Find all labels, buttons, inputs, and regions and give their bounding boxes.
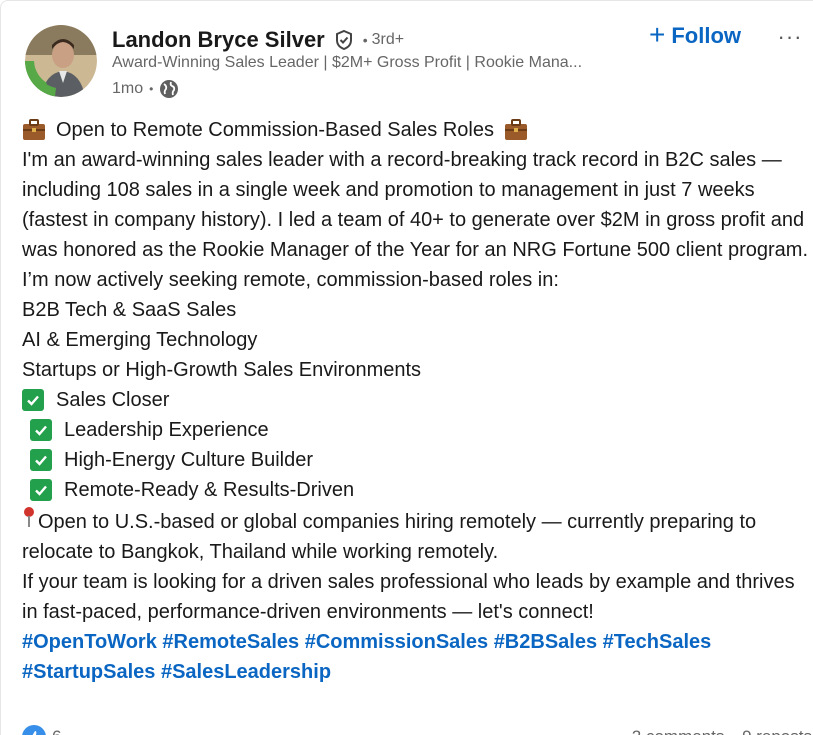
- post-title: Open to Remote Commission-Based Sales Ro…: [56, 119, 494, 141]
- hashtag-link[interactable]: #SalesLeadership: [161, 661, 331, 683]
- separator-dot: ·: [730, 727, 736, 735]
- role-item: Startups or High-Growth Sales Environmen…: [22, 359, 422, 381]
- hashtag-link[interactable]: #CommissionSales: [305, 631, 488, 653]
- check-mark-icon: [30, 449, 52, 471]
- hashtag-list: #OpenToWork #RemoteSales #CommissionSale…: [22, 627, 812, 687]
- role-item: AI & Emerging Technology: [22, 329, 258, 351]
- post-seeking: I’m now actively seeking remote, commiss…: [22, 269, 559, 291]
- check-item: High-Energy Culture Builder: [22, 445, 812, 475]
- follow-button[interactable]: + Follow: [645, 19, 745, 53]
- role-item: B2B Tech & SaaS Sales: [22, 299, 237, 321]
- hashtag-link[interactable]: #TechSales: [603, 631, 712, 653]
- briefcase-icon: [22, 119, 46, 141]
- social-counts: 6 2 comments · 9 reposts: [22, 722, 812, 735]
- check-mark-icon: [30, 419, 52, 441]
- plus-icon: +: [649, 19, 666, 50]
- post-meta: 1mo •: [112, 78, 179, 100]
- check-item: Sales Closer: [22, 385, 812, 415]
- hashtag-link[interactable]: #StartupSales: [22, 661, 155, 683]
- separator-dot: •: [362, 32, 368, 48]
- verified-shield-icon: [333, 29, 355, 51]
- post-closing: If your team is looking for a driven sal…: [22, 571, 795, 623]
- briefcase-icon: [504, 119, 528, 141]
- reactions[interactable]: 6: [22, 725, 61, 735]
- reaction-count: 6: [52, 727, 61, 735]
- check-item-label: Sales Closer: [56, 389, 170, 411]
- reposts-count[interactable]: 9 reposts: [742, 727, 812, 735]
- post-card: Landon Bryce Silver • 3rd+ Award-Winning…: [0, 0, 813, 735]
- connection-degree: 3rd+: [371, 31, 405, 48]
- post-time[interactable]: 1mo: [112, 80, 143, 98]
- hashtag-link[interactable]: #RemoteSales: [162, 631, 299, 653]
- separator-dot: •: [149, 82, 154, 96]
- post-location: Open to U.S.-based or global companies h…: [22, 505, 812, 567]
- check-item: Leadership Experience: [22, 415, 812, 445]
- check-item-label: Leadership Experience: [64, 419, 269, 441]
- comments-count[interactable]: 2 comments: [632, 727, 725, 735]
- avatar[interactable]: [25, 25, 97, 97]
- follow-label: Follow: [671, 23, 742, 48]
- pushpin-icon: [22, 505, 36, 529]
- like-reaction-icon: [22, 725, 46, 735]
- check-mark-icon: [22, 389, 44, 411]
- hashtag-link[interactable]: #OpenToWork: [22, 631, 157, 653]
- check-item-label: Remote-Ready & Results-Driven: [64, 479, 355, 501]
- post-title-line: Open to Remote Commission-Based Sales Ro…: [22, 115, 812, 145]
- check-item-label: High-Energy Culture Builder: [64, 449, 314, 471]
- post-text: Open to Remote Commission-Based Sales Ro…: [22, 115, 812, 687]
- author-headline[interactable]: Award-Winning Sales Leader | $2M+ Gross …: [112, 54, 642, 72]
- author-name[interactable]: Landon Bryce Silver: [112, 27, 325, 53]
- engagement-stats: 2 comments · 9 reposts: [632, 727, 812, 735]
- globe-icon: [159, 79, 179, 99]
- author-row: Landon Bryce Silver • 3rd+: [112, 25, 404, 55]
- location-text: Open to U.S.-based or global companies h…: [22, 511, 757, 563]
- check-item: Remote-Ready & Results-Driven: [22, 475, 812, 505]
- more-options-button[interactable]: ···: [773, 23, 807, 51]
- hashtag-link[interactable]: #B2BSales: [494, 631, 597, 653]
- post-intro: I'm an award-winning sales leader with a…: [22, 149, 809, 261]
- check-mark-icon: [30, 479, 52, 501]
